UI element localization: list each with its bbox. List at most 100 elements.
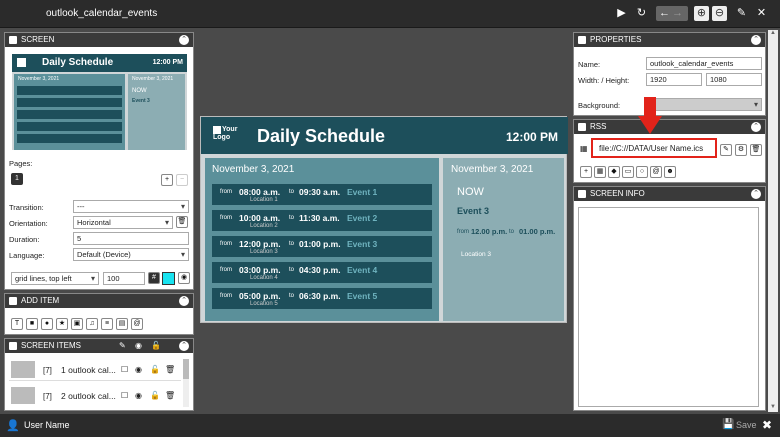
grid-size-input[interactable]: 100	[103, 272, 145, 285]
lock-icon[interactable]: 🔓	[150, 365, 160, 374]
screen-thumbnail[interactable]: Daily Schedule 12:00 PM November 3, 2021…	[10, 52, 189, 152]
user-icon[interactable]: ☻	[664, 166, 676, 178]
page-scrollbar[interactable]: ▲ ▼	[768, 30, 778, 412]
thumb-right-pane: November 3, 2021 NOW Event 3	[128, 74, 185, 150]
scroll-up-icon[interactable]: ▲	[768, 30, 778, 40]
visibility-icon[interactable]: ◉	[178, 272, 190, 284]
event-row[interactable]: from 08:00 a.m. to 09:30 a.m. Event 1 Locatio…	[212, 184, 432, 205]
screen-info-header[interactable]: SCREEN INFO ⌃	[574, 187, 765, 201]
list-item[interactable]: [7] 2 outlook cal... ☐ ◉ 🔓 🗑	[9, 385, 181, 407]
trash-icon[interactable]: 🗑	[165, 391, 175, 400]
event-row[interactable]: from 03:00 p.m. to 04:30 p.m. Event 4 Locatio…	[212, 262, 432, 283]
eye-icon[interactable]: ◉	[135, 339, 142, 353]
add-star-icon[interactable]: ★	[56, 318, 68, 330]
settings-icon[interactable]: ⚙	[735, 144, 747, 156]
thumb-title: Daily Schedule	[42, 57, 114, 68]
add-rectangle-icon[interactable]: ■	[26, 318, 38, 330]
add-page-icon[interactable]: +	[161, 174, 173, 186]
event-row[interactable]: from 10:00 a.m. to 11:30 a.m. Event 2 Locatio…	[212, 210, 432, 231]
grid-color-swatch[interactable]	[162, 272, 175, 285]
close-icon[interactable]: ✕	[754, 6, 769, 21]
save-icon[interactable]: 💾	[722, 419, 734, 430]
screen-info-textarea[interactable]	[578, 207, 759, 407]
transition-select[interactable]: ---	[73, 200, 189, 213]
add-audio-icon[interactable]: ♫	[86, 318, 98, 330]
lock-icon[interactable]: 🔓	[150, 391, 160, 400]
language-select[interactable]: Default (Device)	[73, 248, 189, 261]
event-location: Location 4	[250, 275, 278, 281]
add-circle-icon[interactable]: ●	[41, 318, 53, 330]
lock-icon[interactable]: 🔓	[151, 339, 161, 353]
trash-icon[interactable]: 🗑	[750, 144, 762, 156]
collapse-icon[interactable]: ⌃	[179, 341, 189, 351]
background-color-select[interactable]	[646, 98, 762, 111]
scrollbar-thumb[interactable]	[183, 359, 189, 379]
rss-url-input[interactable]: file://C://DATA/User Name.ics	[595, 142, 713, 155]
arrow-right-icon[interactable]: →	[672, 7, 685, 19]
event-row[interactable]: from 05:00 p.m. to 06:30 p.m. Event 5 Locatio…	[212, 288, 432, 309]
event-location: Location 5	[250, 301, 278, 307]
calendar-source-icon[interactable]: ▦	[594, 166, 606, 178]
thumb-left-pane: November 3, 2021	[14, 74, 125, 150]
collapse-icon[interactable]: ⌃	[179, 35, 189, 45]
delete-icon[interactable]: 🗑	[176, 216, 188, 228]
properties-header[interactable]: PROPERTIES ⌃	[574, 33, 765, 47]
remove-page-icon[interactable]: −	[176, 174, 188, 186]
scroll-down-icon[interactable]: ▼	[768, 404, 778, 410]
screen-panel-title: SCREEN	[21, 35, 55, 44]
collapse-icon[interactable]: ⌃	[179, 296, 189, 306]
zoom-out-icon[interactable]: ⊖	[712, 6, 727, 21]
duration-input[interactable]: 5	[73, 232, 189, 245]
circle-icon[interactable]: ○	[636, 166, 648, 178]
add-image-icon[interactable]: ▣	[71, 318, 83, 330]
event-start: 12:00 p.m.	[239, 239, 281, 249]
width-input[interactable]: 1920	[646, 73, 702, 86]
collapse-icon[interactable]: ⌃	[751, 35, 761, 45]
rss-source-icon[interactable]: ◆	[608, 166, 620, 178]
events-pane: November 3, 2021 from 08:00 a.m. to 09:30 a…	[205, 158, 439, 321]
edit-icon[interactable]: ✎	[720, 144, 732, 156]
now-from-label: from	[457, 229, 469, 235]
page-button-1[interactable]: 1	[11, 173, 23, 185]
exit-icon[interactable]: ✖	[762, 418, 772, 432]
checkbox-icon[interactable]: ☐	[121, 365, 128, 374]
orientation-select[interactable]: Horizontal	[73, 216, 173, 229]
eye-icon[interactable]: ◉	[135, 391, 142, 400]
add-web-icon[interactable]: @	[131, 318, 143, 330]
thumb-header: Daily Schedule 12:00 PM	[12, 54, 187, 72]
name-input[interactable]: outlook_calendar_events	[646, 57, 762, 70]
list-item[interactable]: [7] 1 outlook cal... ☐ ◉ 🔓 🗑	[9, 359, 181, 381]
edit-icon[interactable]: ✎	[119, 339, 126, 353]
play-icon[interactable]: ▶	[614, 6, 629, 21]
add-item-header[interactable]: ADD ITEM ⌃	[5, 294, 193, 308]
checkbox-icon[interactable]: ☐	[121, 391, 128, 400]
duration-value: 5	[77, 234, 82, 243]
edit-icon[interactable]: ✎	[734, 6, 749, 21]
rss-url-value: file://C://DATA/User Name.ics	[599, 144, 704, 153]
height-input[interactable]: 1080	[706, 73, 762, 86]
item-index: [7]	[43, 366, 52, 375]
arrow-left-icon[interactable]: ←	[659, 7, 672, 19]
add-document-icon[interactable]: ▤	[116, 318, 128, 330]
eye-icon[interactable]: ◉	[135, 365, 142, 374]
add-text-icon[interactable]: T	[11, 318, 23, 330]
rss-header[interactable]: RSS ⌃	[574, 120, 765, 134]
email-icon[interactable]: @	[650, 166, 662, 178]
save-button[interactable]: Save	[736, 420, 757, 430]
monitor-icon[interactable]: ▭	[622, 166, 634, 178]
add-feed-icon[interactable]: +	[580, 166, 592, 178]
grid-select[interactable]: grid lines, top left	[11, 272, 99, 285]
collapse-icon[interactable]: ⌃	[751, 122, 761, 132]
screen-canvas[interactable]: Your Logo Daily Schedule 12:00 PM Novemb…	[200, 116, 568, 323]
collapse-icon[interactable]: ⌃	[751, 189, 761, 199]
grid-toggle-icon[interactable]: #	[148, 272, 160, 284]
scrollbar[interactable]	[183, 359, 189, 407]
trash-icon[interactable]: 🗑	[165, 365, 175, 374]
refresh-icon[interactable]: ↻	[634, 6, 649, 21]
event-row[interactable]: from 12:00 p.m. to 01:00 p.m. Event 3 Locatio…	[212, 236, 432, 257]
screen-panel-header[interactable]: SCREEN ⌃	[5, 33, 193, 47]
add-database-icon[interactable]: ≡	[101, 318, 113, 330]
zoom-in-icon[interactable]: ⊕	[694, 6, 709, 21]
screen-items-header[interactable]: SCREEN ITEMS ✎ ◉ 🔓 ⌃	[5, 339, 193, 353]
undo-redo-group[interactable]: ←→	[656, 6, 688, 21]
